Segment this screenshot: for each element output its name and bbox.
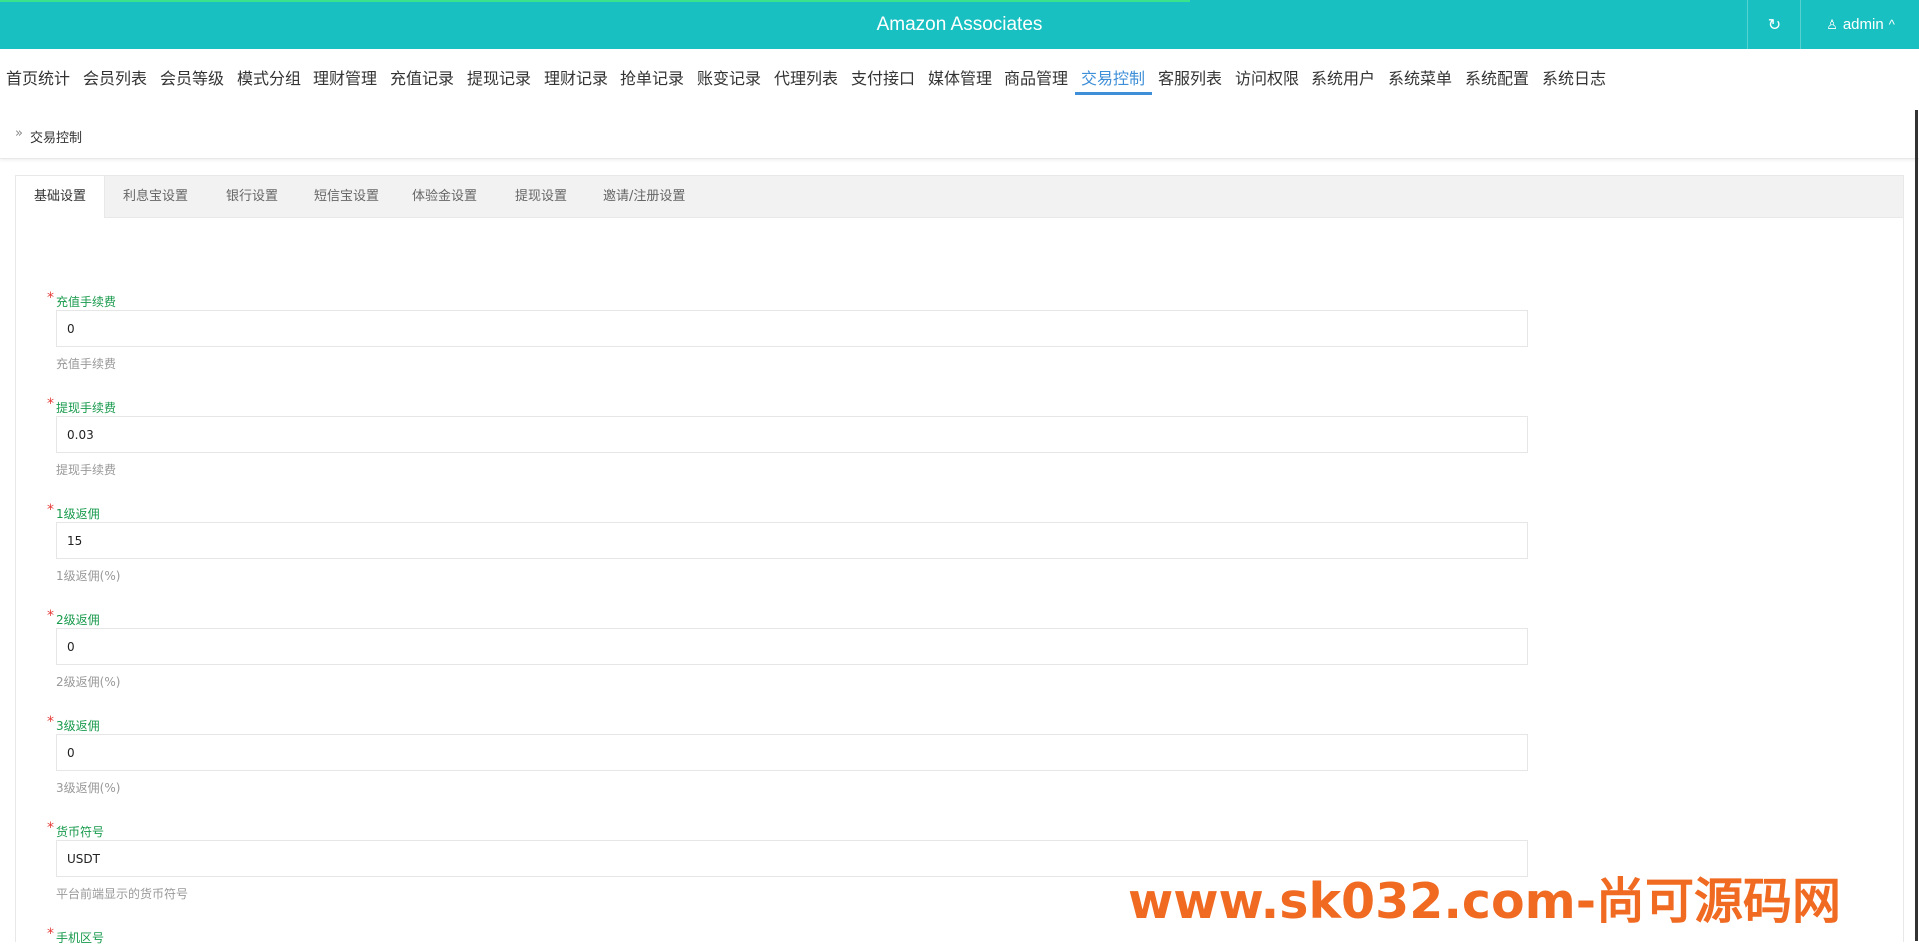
nav-item-trade-control[interactable]: 交易控制 — [1081, 65, 1145, 89]
field-label: * 手机区号 — [47, 926, 105, 945]
tab-invite-register-settings[interactable]: 邀请/注册设置 — [603, 176, 685, 217]
nav-item-customer-service[interactable]: 客服列表 — [1158, 65, 1222, 89]
loading-progress-bar — [0, 0, 1190, 2]
chevron-up-icon: ^ — [1888, 17, 1895, 32]
field-label: * 货币符号 — [47, 820, 105, 839]
nav-item-access-permissions[interactable]: 访问权限 — [1235, 65, 1299, 89]
nav-item-mode-groups[interactable]: 模式分组 — [237, 65, 301, 89]
tab-bank-settings[interactable]: 银行设置 — [226, 176, 278, 217]
field-help: 3级返佣(%) — [56, 781, 121, 795]
field-help: 提现手续费 — [56, 463, 117, 477]
settings-tabs: 基础设置 利息宝设置 银行设置 短信宝设置 体验金设置 提现设置 邀请/注册设置 — [16, 176, 1903, 218]
level1-commission-input[interactable] — [56, 522, 1528, 559]
tab-sms-settings[interactable]: 短信宝设置 — [314, 176, 379, 217]
withdraw-fee-input[interactable] — [56, 416, 1528, 453]
recharge-fee-input[interactable] — [56, 310, 1528, 347]
field-label: * 充值手续费 — [47, 290, 117, 309]
nav-item-member-levels[interactable]: 会员等级 — [160, 65, 224, 89]
refresh-button[interactable]: ↻ — [1747, 0, 1801, 49]
tab-interest-settings[interactable]: 利息宝设置 — [123, 176, 188, 217]
level3-commission-input[interactable] — [56, 734, 1528, 771]
field-label: * 3级返佣 — [47, 714, 100, 733]
level2-commission-input[interactable] — [56, 628, 1528, 665]
main-nav: 首页统计 会员列表 会员等级 模式分组 理财管理 充值记录 提现记录 理财记录 … — [0, 49, 1919, 102]
user-menu[interactable]: ♙ admin ^ — [1800, 0, 1919, 49]
nav-item-product-management[interactable]: 商品管理 — [1004, 65, 1068, 89]
site-watermark: www.sk032.com-尚可源码网 — [1128, 873, 1842, 930]
nav-item-members[interactable]: 会员列表 — [83, 65, 147, 89]
settings-panel: 基础设置 利息宝设置 银行设置 短信宝设置 体验金设置 提现设置 邀请/注册设置… — [15, 175, 1904, 945]
field-label: * 提现手续费 — [47, 396, 117, 415]
required-mark: * — [47, 396, 54, 412]
required-mark: * — [47, 290, 54, 306]
tab-trial-fund-settings[interactable]: 体验金设置 — [412, 176, 477, 217]
required-mark: * — [47, 926, 54, 942]
app-title: Amazon Associates — [876, 14, 1043, 35]
nav-item-system-config[interactable]: 系统配置 — [1465, 65, 1529, 89]
nav-item-finance-management[interactable]: 理财管理 — [313, 65, 377, 89]
field-help: 1级返佣(%) — [56, 569, 121, 583]
breadcrumb-current: 交易控制 — [30, 131, 83, 146]
field-help: 充值手续费 — [56, 357, 117, 371]
nav-item-recharge-records[interactable]: 充值记录 — [390, 65, 454, 89]
nav-item-order-grab-records[interactable]: 抢单记录 — [620, 65, 684, 89]
tab-basic-settings[interactable]: 基础设置 — [16, 176, 106, 218]
field-label: * 1级返佣 — [47, 502, 100, 521]
refresh-icon: ↻ — [1767, 15, 1782, 34]
field-help: 平台前端显示的货币符号 — [56, 887, 189, 901]
nav-item-payment-api[interactable]: 支付接口 — [851, 65, 915, 89]
nav-item-balance-changes[interactable]: 账变记录 — [697, 65, 761, 89]
required-mark: * — [47, 608, 54, 624]
nav-item-dashboard[interactable]: 首页统计 — [6, 65, 70, 89]
vertical-scrollbar[interactable] — [1915, 110, 1918, 941]
nav-item-media-management[interactable]: 媒体管理 — [928, 65, 992, 89]
user-icon: ♙ — [1826, 16, 1838, 32]
nav-item-finance-records[interactable]: 理财记录 — [544, 65, 608, 89]
nav-item-system-logs[interactable]: 系统日志 — [1542, 65, 1606, 89]
top-header: Amazon Associates ↻ ♙ admin ^ — [0, 0, 1919, 49]
required-mark: * — [47, 502, 54, 518]
nav-item-system-users[interactable]: 系统用户 — [1311, 65, 1375, 89]
user-name: admin — [1842, 16, 1884, 33]
tab-withdraw-settings[interactable]: 提现设置 — [515, 176, 567, 217]
field-help: 2级返佣(%) — [56, 675, 121, 689]
required-mark: * — [47, 714, 54, 730]
nav-item-withdraw-records[interactable]: 提现记录 — [467, 65, 531, 89]
field-label: * 2级返佣 — [47, 608, 100, 627]
nav-item-system-menu[interactable]: 系统菜单 — [1388, 65, 1452, 89]
breadcrumb: » 交易控制 — [0, 102, 1919, 159]
double-chevron-right-icon: » — [15, 126, 23, 141]
required-mark: * — [47, 820, 54, 836]
nav-item-agents[interactable]: 代理列表 — [774, 65, 838, 89]
